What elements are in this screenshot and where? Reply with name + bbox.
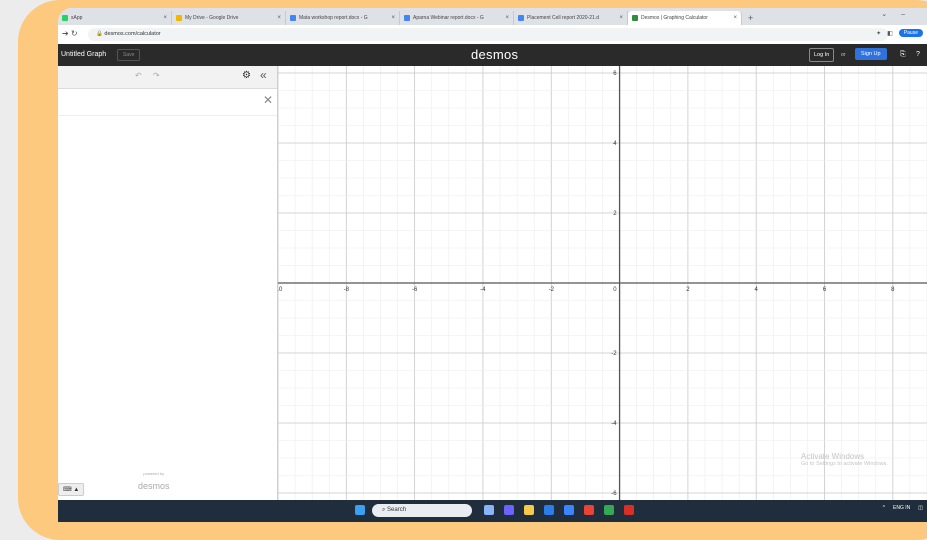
teams-icon[interactable] (504, 505, 514, 515)
url-field[interactable]: 🔒 desmos.com/calculator (88, 28, 888, 41)
or-label: or (841, 52, 846, 58)
tick-label: -4 (611, 421, 617, 427)
file-explorer-icon[interactable] (524, 505, 534, 515)
keyboard-toggle-button[interactable]: ⌨ ▲ (58, 483, 85, 496)
tab-favicon-icon (632, 15, 638, 21)
login-button[interactable]: Log In (809, 48, 835, 62)
tick-label: -8 (344, 287, 350, 293)
mail-icon[interactable] (564, 505, 574, 515)
tick-label: -2 (549, 287, 555, 293)
tab-favicon-icon (62, 15, 68, 21)
share-icon[interactable]: ⎘ (900, 51, 906, 59)
tick-label: -10 (278, 287, 283, 293)
tick-label: -6 (611, 491, 617, 497)
tray-chevron-icon[interactable]: ^ (883, 505, 885, 511)
profile-button[interactable]: Pause (898, 29, 923, 37)
pdf-icon[interactable] (624, 505, 634, 515)
tick-label: -2 (611, 351, 617, 357)
tick-label: 2 (613, 211, 617, 217)
undo-icon[interactable]: ↶ (135, 71, 142, 80)
close-tab-icon[interactable]: × (391, 15, 395, 21)
tab-favicon-icon (404, 15, 410, 21)
browser-tab-bar: sApp × My Drive - Google Drive × Mata worksh… (58, 8, 927, 25)
powered-by-text: powered by (143, 471, 165, 476)
tab-favicon-icon (176, 15, 182, 21)
tab-label: My Drive - Google Drive (185, 15, 239, 21)
address-bar-row: ➔ ↻ 🔒 desmos.com/calculator ✦ ◧ Pause (58, 25, 927, 45)
screen: sApp × My Drive - Google Drive × Mata worksh… (58, 8, 927, 522)
sidebar-icon[interactable]: ◧ (887, 30, 893, 37)
tick-label: 4 (613, 141, 617, 147)
tab-label: sApp (71, 15, 83, 21)
tick-label: 8 (891, 287, 895, 293)
windows-taskbar: ⌕ Search ^ ENG IN ◫ (58, 500, 927, 522)
network-icon[interactable]: ◫ (918, 505, 923, 511)
graph-svg: -10 -8 -6 -4 -2 0 2 4 6 8 6 4 2 -2 -4 -6 (274, 66, 927, 500)
close-tab-icon[interactable]: × (277, 15, 281, 21)
url-text: desmos.com/calculator (104, 31, 161, 37)
activate-title: Activate Windows (801, 452, 865, 461)
tick-label: 6 (823, 287, 827, 293)
tab-label: Mata workshop report.docx - G (299, 15, 368, 21)
expression-panel: ↶ ↷ ⚙ « ✕ powered by desmos ⌨ ▲ (58, 66, 278, 500)
desmos-logo: desmos (471, 47, 519, 62)
settings-gear-icon[interactable]: ⚙ (242, 70, 251, 81)
tick-label: -4 (480, 287, 486, 293)
extension-icon[interactable]: ✦ (876, 30, 881, 37)
browser-tab[interactable]: sApp × (58, 11, 172, 25)
redo-icon[interactable]: ↷ (153, 71, 160, 80)
window-controls[interactable]: ⌄– (881, 10, 919, 18)
powered-by-desmos: powered by desmos (138, 471, 170, 494)
taskbar-search-label: Search (387, 507, 407, 513)
tick-label: 6 (613, 71, 617, 77)
browser-tab[interactable]: Desmos | Graphing Calculator × (628, 11, 742, 25)
start-icon[interactable] (355, 505, 365, 515)
chrome-active-icon[interactable] (604, 505, 614, 515)
edge-icon[interactable] (544, 505, 554, 515)
tick-label: 0 (613, 287, 617, 293)
browser-tab[interactable]: Mata workshop report.docx - G × (286, 11, 400, 25)
expression-input[interactable]: ✕ (58, 89, 277, 116)
activate-subtitle: Go to Settings to activate Windows. (801, 461, 888, 467)
collapse-panel-icon[interactable]: « (260, 68, 267, 82)
tab-favicon-icon (518, 15, 524, 21)
system-tray: ^ ENG IN ◫ (883, 505, 923, 511)
chrome-icon[interactable] (584, 505, 594, 515)
browser-tab[interactable]: Aparna Webinar report.docx - G × (400, 11, 514, 25)
browser-tab[interactable]: My Drive - Google Drive × (172, 11, 286, 25)
new-tab-button[interactable]: + (742, 11, 759, 25)
save-button[interactable]: Save (117, 49, 141, 61)
close-tab-icon[interactable]: × (163, 15, 167, 21)
close-tab-icon[interactable]: × (733, 15, 737, 21)
signup-button[interactable]: Sign Up (855, 48, 887, 60)
help-icon[interactable]: ? (916, 51, 920, 58)
close-tab-icon[interactable]: × (619, 15, 623, 21)
tick-label: 4 (755, 287, 759, 293)
tick-label: 2 (686, 287, 690, 293)
tab-label: Desmos | Graphing Calculator (641, 15, 708, 21)
tab-label: Aparna Webinar report.docx - G (413, 15, 484, 21)
language-indicator[interactable]: ENG IN (893, 505, 910, 511)
taskbar-search[interactable]: ⌕ Search (372, 504, 472, 517)
browser-actions: ✦ ◧ Pause (876, 29, 923, 37)
close-tab-icon[interactable]: × (505, 15, 509, 21)
task-view-icon[interactable] (484, 505, 494, 515)
tab-favicon-icon (290, 15, 296, 21)
reload-icon[interactable]: ➔ ↻ (62, 29, 78, 38)
activate-windows-watermark: Activate Windows Go to Settings to activ… (801, 452, 888, 467)
graph-canvas[interactable]: -10 -8 -6 -4 -2 0 2 4 6 8 6 4 2 -2 -4 -6 (274, 66, 927, 500)
browser-tab[interactable]: Placement Cell report 2020-21.d × (514, 11, 628, 25)
graph-title[interactable]: Untitled Graph (61, 51, 106, 58)
powered-by-name: desmos (138, 481, 170, 491)
expression-toolbar: ↶ ↷ ⚙ « (58, 66, 277, 89)
desmos-header: Untitled Graph Save desmos Log In or Sig… (58, 44, 927, 66)
delete-expression-icon[interactable]: ✕ (263, 93, 273, 107)
tab-label: Placement Cell report 2020-21.d (527, 15, 599, 21)
tick-label: -6 (412, 287, 418, 293)
